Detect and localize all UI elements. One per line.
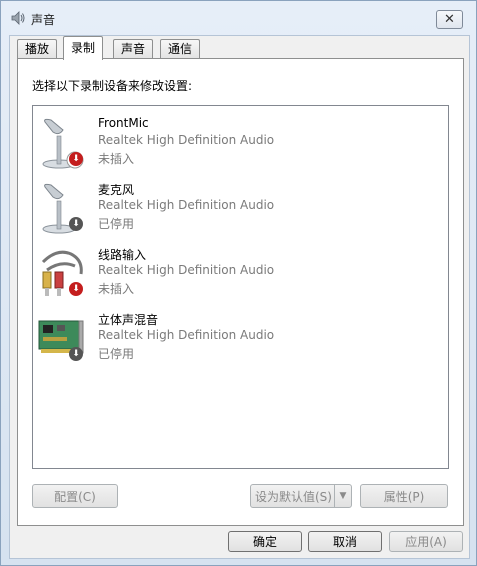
dialog-body: 播放 录制 声音 通信 选择以下录制设备来修改设置: ⬇ FrontMic Re… xyxy=(9,35,470,559)
properties-button[interactable]: 属性(P) xyxy=(360,484,448,508)
device-name: 线路输入 xyxy=(98,248,147,262)
list-item[interactable]: ⬇ 麦克风 Realtek High Definition Audio 已停用 xyxy=(33,179,448,239)
device-status: 未插入 xyxy=(98,152,135,166)
speaker-icon xyxy=(10,10,26,26)
device-driver: Realtek High Definition Audio xyxy=(98,198,275,212)
microphone-icon xyxy=(37,116,93,172)
sound-card-icon xyxy=(37,311,93,367)
device-status: 已停用 xyxy=(98,217,135,231)
window-title: 声音 xyxy=(31,13,56,27)
cancel-button[interactable]: 取消 xyxy=(308,531,382,552)
recording-device-list[interactable]: ⬇ FrontMic Realtek High Definition Audio… xyxy=(32,105,449,469)
ok-button[interactable]: 确定 xyxy=(228,531,302,552)
tab-communications[interactable]: 通信 xyxy=(160,39,201,59)
tab-playback[interactable]: 播放 xyxy=(17,39,58,59)
tab-recording[interactable]: 录制 xyxy=(63,36,104,60)
title-bar: 声音 ✕ xyxy=(1,1,476,35)
configure-button[interactable]: 配置(C) xyxy=(32,484,118,508)
close-icon: ✕ xyxy=(444,12,455,27)
device-status: 已停用 xyxy=(98,347,135,361)
disabled-badge-icon: ⬇ xyxy=(69,217,83,231)
list-item[interactable]: ⬇ 线路输入 Realtek High Definition Audio 未插入 xyxy=(33,244,448,304)
sound-dialog: 声音 ✕ 播放 录制 声音 通信 选择以下录制设备来修改设置: ⬇ FrontM… xyxy=(0,0,477,566)
rca-cable-icon xyxy=(37,246,93,302)
device-driver: Realtek High Definition Audio xyxy=(98,328,275,342)
device-name: 麦克风 xyxy=(98,183,135,197)
list-item[interactable]: ⬇ FrontMic Realtek High Definition Audio… xyxy=(33,114,448,174)
device-driver: Realtek High Definition Audio xyxy=(98,133,275,147)
unplugged-badge-icon: ⬇ xyxy=(69,282,83,296)
chevron-down-icon[interactable]: ▼ xyxy=(334,485,351,507)
device-driver: Realtek High Definition Audio xyxy=(98,263,275,277)
apply-button[interactable]: 应用(A) xyxy=(389,531,463,552)
device-name: FrontMic xyxy=(98,116,149,130)
instruction-text: 选择以下录制设备来修改设置: xyxy=(32,79,193,93)
microphone-icon xyxy=(37,181,93,237)
set-default-label: 设为默认值(S) xyxy=(255,489,332,504)
device-status: 未插入 xyxy=(98,282,135,296)
tab-sounds[interactable]: 声音 xyxy=(113,39,154,59)
device-name: 立体声混音 xyxy=(98,313,159,327)
set-default-button[interactable]: 设为默认值(S) ▼ xyxy=(250,484,352,508)
close-button[interactable]: ✕ xyxy=(436,10,463,29)
disabled-badge-icon: ⬇ xyxy=(69,347,83,361)
list-item[interactable]: ⬇ 立体声混音 Realtek High Definition Audio 已停… xyxy=(33,309,448,369)
unplugged-badge-icon: ⬇ xyxy=(69,152,83,166)
recording-panel: 选择以下录制设备来修改设置: ⬇ FrontMic Realtek High D… xyxy=(17,58,464,526)
